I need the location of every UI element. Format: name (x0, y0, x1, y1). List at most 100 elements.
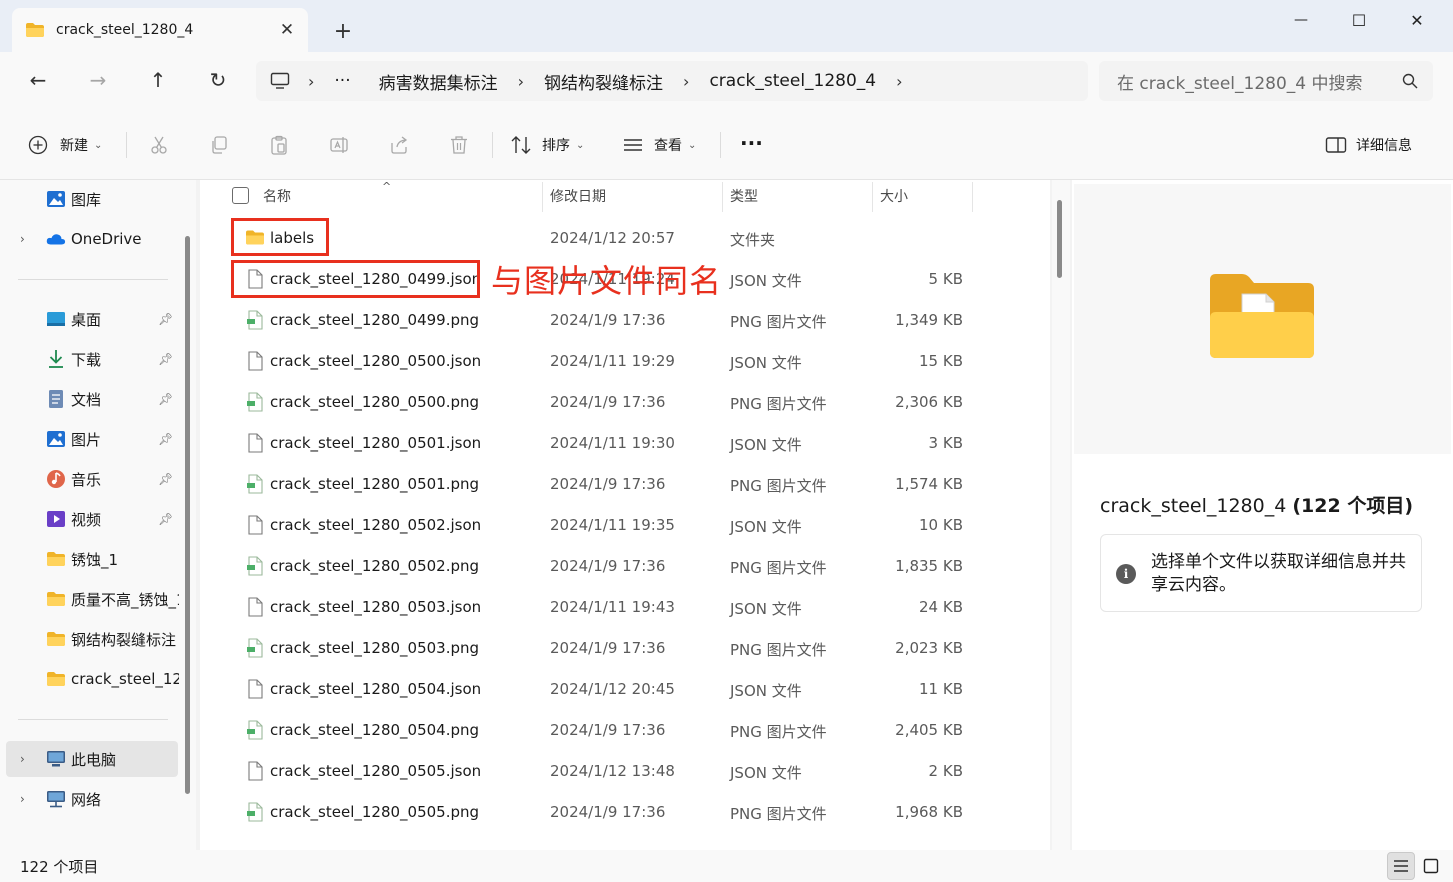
chevron-right-icon[interactable]: › (20, 232, 25, 246)
sidebar-item-network[interactable]: › 网络 (6, 781, 178, 817)
table-row[interactable]: crack_steel_1280_0502.png 2024/1/9 17:36 P… (200, 546, 1050, 587)
new-label: 新建 (60, 138, 88, 154)
details-pane: crack_steel_1280_4 (122 个项目) i 选择单个文件以获取… (1072, 180, 1453, 850)
preview-area (1074, 184, 1451, 454)
copy-button[interactable] (204, 130, 234, 160)
table-row[interactable]: crack_steel_1280_0505.json 2024/1/12 13:4… (200, 751, 1050, 792)
sidebar-item-gallery[interactable]: 图库 (6, 181, 178, 217)
chevron-right-icon[interactable]: › (308, 72, 314, 91)
sort-button[interactable]: 排序 ⌄ (510, 130, 584, 160)
up-button[interactable]: ↑ (140, 64, 176, 96)
chevron-right-icon[interactable]: › (20, 752, 25, 766)
breadcrumb-item[interactable]: crack_steel_1280_4 (709, 71, 876, 91)
table-row-partial[interactable] (200, 833, 1050, 850)
file-name: crack_steel_1280_0503.png (270, 639, 480, 657)
file-type: JSON 文件 (730, 518, 802, 536)
sidebar-item-steel-crack-annotation[interactable]: 钢结构裂缝标注 (6, 621, 178, 657)
table-row[interactable]: crack_steel_1280_0503.png 2024/1/9 17:36 P… (200, 628, 1050, 669)
music-icon (46, 469, 66, 489)
new-button[interactable]: 新建 ⌄ (28, 130, 102, 160)
file-type: JSON 文件 (730, 354, 802, 372)
delete-button[interactable] (444, 130, 474, 160)
column-header-size[interactable]: 大小 (880, 180, 908, 212)
search-input[interactable]: 在 crack_steel_1280_4 中搜索 (1099, 61, 1433, 101)
file-list-scrollbar-track[interactable] (1052, 180, 1070, 850)
file-name: crack_steel_1280_0503.json (270, 598, 482, 616)
breadcrumb-more[interactable]: ··· (334, 71, 350, 91)
column-header-type[interactable]: 类型 (730, 180, 758, 212)
forward-button[interactable]: → (80, 64, 116, 96)
sidebar-item-downloads[interactable]: 下载 📌︎ (6, 341, 178, 377)
new-tab-button[interactable]: + (328, 16, 358, 46)
sidebar-item-desktop[interactable]: 桌面 📌︎ (6, 301, 178, 337)
file-type: JSON 文件 (730, 682, 802, 700)
file-date: 2024/1/9 17:36 (550, 721, 666, 739)
sidebar-item-pictures[interactable]: 图片 📌︎ (6, 421, 178, 457)
file-date: 2024/1/11 19:43 (550, 598, 675, 616)
table-row[interactable]: crack_steel_1280_0504.json 2024/1/12 20:4… (200, 669, 1050, 710)
sidebar-item-crack-steel-1280-4[interactable]: crack_steel_1280_4 (6, 661, 179, 697)
back-button[interactable]: ← (20, 64, 56, 96)
computer-icon[interactable] (270, 72, 290, 90)
share-button[interactable] (384, 130, 414, 160)
chevron-down-icon: ⌄ (576, 139, 585, 151)
annotation-text: 与图片文件同名 (491, 262, 723, 300)
table-row[interactable]: crack_steel_1280_0502.json 2024/1/11 19:3… (200, 505, 1050, 546)
file-name: crack_steel_1280_0500.json (270, 352, 482, 370)
file-date: 2024/1/11 19:35 (550, 516, 675, 534)
file-name: crack_steel_1280_0504.png (270, 721, 480, 739)
view-button[interactable]: 查看 ⌄ (622, 130, 696, 160)
details-pane-icon (1325, 137, 1347, 153)
sidebar-scrollbar[interactable] (185, 236, 190, 794)
rename-button[interactable] (324, 130, 354, 160)
details-folder-name: crack_steel_1280_4 (1100, 495, 1287, 517)
tiles-view-button[interactable] (1417, 852, 1445, 880)
file-explorer-window: crack_steel_1280_4 ✕ + — ☐ ✕ ← → ↑ ↻ › ·… (0, 0, 1453, 882)
tab-crack-steel[interactable]: crack_steel_1280_4 ✕ (12, 8, 308, 52)
table-row[interactable]: crack_steel_1280_0503.json 2024/1/11 19:4… (200, 587, 1050, 628)
table-row[interactable]: crack_steel_1280_0500.png 2024/1/9 17:36 P… (200, 382, 1050, 423)
table-row[interactable]: crack_steel_1280_0501.png 2024/1/9 17:36 P… (200, 464, 1050, 505)
file-date: 2024/1/9 17:36 (550, 639, 666, 657)
select-all-checkbox[interactable] (232, 187, 249, 204)
chevron-right-icon[interactable]: › (518, 72, 524, 91)
minimize-button[interactable]: — (1272, 0, 1330, 40)
sidebar-item-low-quality-rust[interactable]: 质量不高_锈蚀_1 (6, 581, 179, 617)
breadcrumb-item[interactable]: 钢结构裂缝标注 (544, 69, 663, 94)
column-header-date[interactable]: 修改日期 (550, 180, 606, 212)
info-card: i 选择单个文件以获取详细信息并共享云内容。 (1100, 534, 1422, 612)
sidebar-item-onedrive[interactable]: › OneDrive (6, 221, 178, 257)
details-pane-button[interactable]: 详细信息 (1325, 130, 1412, 160)
sidebar-item-documents[interactable]: 文档 📌︎ (6, 381, 178, 417)
chevron-right-icon[interactable]: › (20, 792, 25, 806)
pin-icon: 📌︎ (158, 312, 174, 326)
close-window-button[interactable]: ✕ (1388, 0, 1446, 40)
sidebar-item-this-pc[interactable]: › 此电脑 (6, 741, 178, 777)
chevron-right-icon[interactable]: › (683, 72, 689, 91)
refresh-button[interactable]: ↻ (200, 64, 236, 96)
details-view-button[interactable] (1387, 852, 1415, 880)
table-row[interactable]: crack_steel_1280_0499.png 2024/1/9 17:36 P… (200, 300, 1050, 341)
table-row[interactable]: crack_steel_1280_0505.png 2024/1/9 17:36 P… (200, 792, 1050, 833)
file-size: 15 KB (919, 352, 963, 370)
address-bar[interactable]: › ··· 病害数据集标注 › 钢结构裂缝标注 › crack_steel_12… (256, 61, 1088, 101)
file-list-scrollbar-thumb[interactable] (1057, 200, 1062, 278)
maximize-button[interactable]: ☐ (1330, 0, 1388, 40)
chevron-right-icon[interactable]: › (896, 72, 902, 91)
column-header-name[interactable]: 名称 (263, 180, 291, 212)
sidebar-item-music[interactable]: 音乐 📌︎ (6, 461, 178, 497)
paste-button[interactable] (264, 130, 294, 160)
cut-button[interactable] (144, 130, 174, 160)
table-row[interactable]: crack_steel_1280_0501.json 2024/1/11 19:3… (200, 423, 1050, 464)
sidebar-item-videos[interactable]: 视频 📌︎ (6, 501, 178, 537)
table-row[interactable]: crack_steel_1280_0500.json 2024/1/11 19:2… (200, 341, 1050, 382)
table-row[interactable]: crack_steel_1280_0504.png 2024/1/9 17:36 P… (200, 710, 1050, 751)
folder-icon (46, 589, 66, 609)
tab-close-icon[interactable]: ✕ (272, 15, 302, 45)
breadcrumb-item[interactable]: 病害数据集标注 (379, 69, 498, 94)
file-type: PNG 图片文件 (730, 805, 827, 823)
sidebar-item-rust-1[interactable]: 锈蚀_1 (6, 541, 178, 577)
copy-icon (212, 136, 227, 154)
file-size: 2 KB (928, 762, 963, 780)
more-options-button[interactable]: ··· (740, 128, 763, 158)
